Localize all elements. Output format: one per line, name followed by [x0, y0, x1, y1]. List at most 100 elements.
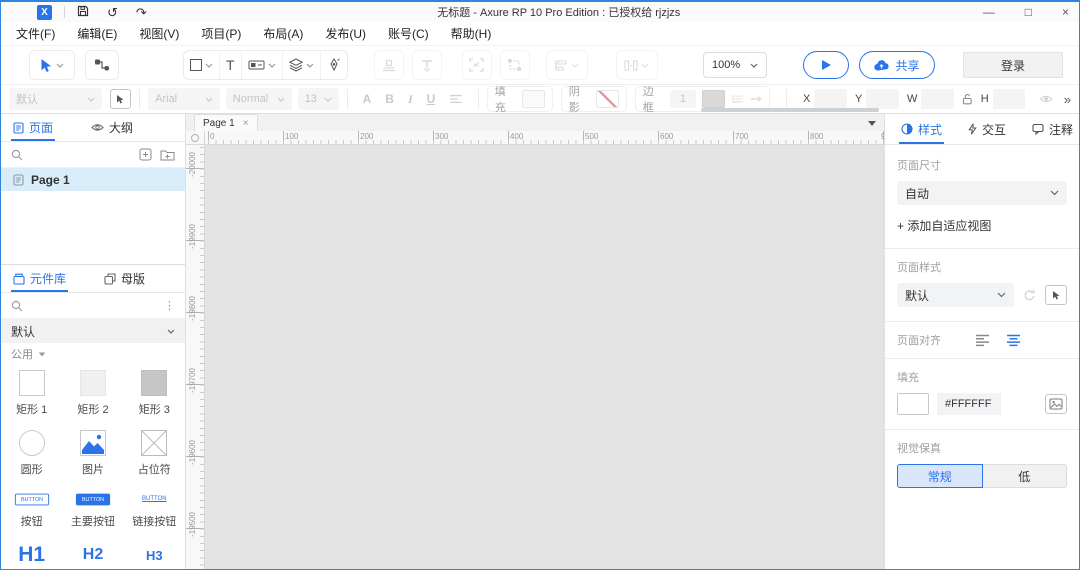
search-icon[interactable] [11, 149, 23, 161]
outline-eye-icon [91, 124, 104, 131]
login-button[interactable]: 登录 [963, 52, 1063, 78]
menu-project[interactable]: 项目(P) [190, 25, 252, 42]
page-size-dropdown[interactable]: 自动 [897, 181, 1067, 205]
window-title: 无标题 - Axure RP 10 Pro Edition : 已授权给 rjz… [437, 7, 681, 19]
edit-page-style-button[interactable] [1045, 285, 1067, 305]
shadow-label: 阴影 [568, 86, 580, 114]
horizontal-ruler: 0 100 200 300 400 500 600 700 800 900 [205, 131, 884, 145]
share-button[interactable]: 共享 [859, 51, 935, 79]
layers-widget-button[interactable] [283, 51, 321, 79]
section-common[interactable]: 公用 [1, 343, 185, 365]
tab-notes[interactable]: 注释 [1030, 114, 1075, 144]
align-left-icon[interactable] [975, 334, 990, 347]
canvas-surface[interactable] [205, 145, 884, 569]
page-fill-swatch[interactable] [897, 393, 929, 415]
menu-edit[interactable]: 编辑(E) [66, 25, 128, 42]
menu-view[interactable]: 视图(V) [128, 25, 190, 42]
chevron-down-icon [324, 97, 332, 102]
menu-help[interactable]: 帮助(H) [440, 25, 503, 42]
page-style-row: 默认 [897, 283, 1067, 307]
tab-masters[interactable]: 母版 [102, 265, 147, 292]
layers-icon [288, 58, 303, 72]
tab-outline[interactable]: 大纲 [89, 114, 135, 141]
pen-tool-button[interactable] [321, 51, 347, 79]
h1-icon: H1 [18, 543, 46, 566]
style-picker-button[interactable] [109, 89, 132, 109]
kebab-menu-icon[interactable]: ⋮ [164, 299, 175, 312]
zoom-dropdown[interactable]: 100% [703, 52, 767, 78]
widget-h3[interactable]: H3 三级标题 [124, 539, 185, 569]
save-icon[interactable] [77, 5, 89, 19]
preview-button[interactable] [803, 51, 849, 79]
border-color-swatch [702, 90, 726, 108]
tab-list-dropdown-icon[interactable] [868, 121, 876, 126]
v-ruler-label: -19600 [188, 440, 197, 465]
stylebar-more-button[interactable]: » [1064, 92, 1071, 107]
widget-link-button[interactable]: BUTTON 链接按钮 [124, 487, 185, 539]
widget-circle[interactable]: 圆形 [1, 427, 62, 487]
font-size-value: 13 [304, 93, 317, 105]
main-toolbar: T 100% 共享 登录 [1, 45, 1079, 85]
undo-icon[interactable]: ↺ [107, 6, 118, 19]
h-ruler-label: 600 [660, 132, 674, 141]
search-icon[interactable] [11, 300, 23, 312]
maximize-button[interactable]: □ [1025, 6, 1032, 18]
text-tool-button[interactable]: T [220, 51, 242, 79]
widget-h2[interactable]: H2 二级标题 [62, 539, 123, 569]
stylebar-scrollbar[interactable] [701, 108, 879, 112]
fill-hex-input[interactable]: #FFFFFF [937, 393, 1001, 415]
fidelity-low-option[interactable]: 低 [982, 464, 1067, 488]
connector-tool-button[interactable] [85, 50, 119, 80]
h-label: H [980, 93, 989, 105]
library-select-dropdown[interactable]: 默认 [1, 319, 185, 343]
align-center-icon[interactable] [1006, 334, 1021, 347]
ruler-corner[interactable] [186, 131, 205, 145]
menu-publish[interactable]: 发布(U) [314, 25, 377, 42]
widget-image[interactable]: 图片 [62, 427, 123, 487]
add-folder-icon[interactable] [160, 149, 175, 161]
bring-front-button [373, 50, 404, 80]
menu-file[interactable]: 文件(F) [5, 25, 66, 42]
menu-layout[interactable]: 布局(A) [252, 25, 314, 42]
ruler-row: 0 100 200 300 400 500 600 700 800 900 [186, 131, 884, 145]
x-input [814, 89, 847, 109]
fill-image-button[interactable] [1045, 394, 1067, 414]
page-tree-item-page1[interactable]: Page 1 [1, 168, 185, 191]
canvas-tab-page1[interactable]: Page 1 × [194, 114, 258, 131]
select-tool-button[interactable] [29, 50, 75, 80]
tab-pages[interactable]: 页面 [11, 114, 56, 141]
close-button[interactable]: × [1062, 6, 1069, 18]
widget-placeholder[interactable]: 占位符 [124, 427, 185, 487]
redo-icon[interactable]: ↷ [136, 6, 147, 19]
minimize-button[interactable]: — [983, 6, 995, 18]
style-contrast-icon [901, 123, 913, 135]
main-content: 页面 大纲 Page 1 元件库 母版 ⋮ 默认 公用 矩形 1 矩形 2 矩形… [1, 114, 1079, 569]
widget-button[interactable]: BUTTON 按钮 [1, 487, 62, 539]
tab-close-icon[interactable]: × [243, 118, 249, 129]
form-control-icon [248, 60, 265, 70]
divider [885, 321, 1079, 322]
divider [885, 429, 1079, 430]
tab-interactions[interactable]: 交互 [966, 114, 1008, 144]
form-widget-button[interactable] [242, 51, 283, 79]
italic-button: I [407, 91, 413, 106]
add-adaptive-view-link[interactable]: + 添加自适应视图 [897, 217, 1067, 234]
widget-h1[interactable]: H1 一级标题 [1, 539, 62, 569]
fidelity-normal-option[interactable]: 常规 [897, 464, 983, 488]
widget-primary-button[interactable]: BUTTON 主要按钮 [62, 487, 123, 539]
pages-search-row [1, 142, 185, 168]
widget-rectangle1[interactable]: 矩形 1 [1, 367, 62, 427]
page-style-dropdown[interactable]: 默认 [897, 283, 1014, 307]
login-label: 登录 [1000, 58, 1025, 73]
widget-rectangle2[interactable]: 矩形 2 [62, 367, 123, 427]
add-page-icon[interactable] [139, 148, 152, 161]
h-ruler-label: 400 [510, 132, 524, 141]
w-input [921, 89, 955, 109]
rectangle-tool-button[interactable] [184, 51, 220, 79]
widget-rectangle3[interactable]: 矩形 3 [124, 367, 185, 427]
tab-widget-library[interactable]: 元件库 [11, 265, 69, 292]
widget-label: 链接按钮 [132, 516, 177, 528]
tab-style[interactable]: 样式 [899, 114, 945, 144]
fidelity-label: 视觉保真 [897, 443, 941, 455]
menu-account[interactable]: 账号(C) [377, 25, 440, 42]
